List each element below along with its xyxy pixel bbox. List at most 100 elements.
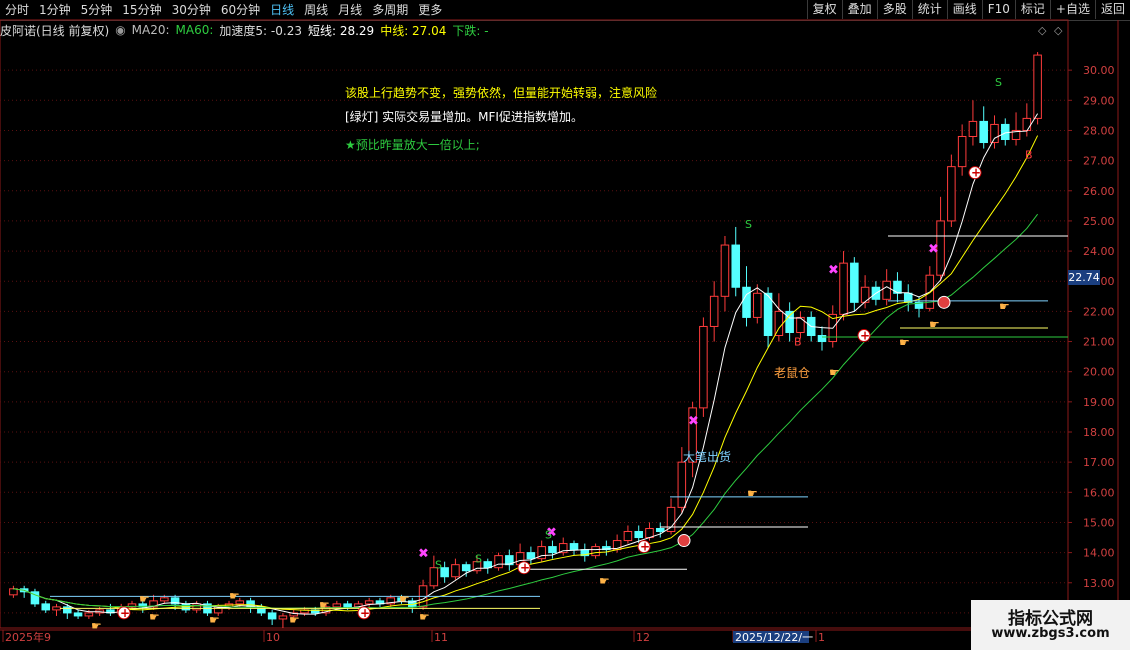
y-tick-label: 19.00 bbox=[1083, 396, 1115, 409]
candle-body bbox=[979, 120, 988, 144]
candle-body bbox=[655, 527, 665, 533]
y-tick-label: 27.00 bbox=[1083, 155, 1115, 168]
cross-flower-icon: ✖ bbox=[928, 242, 939, 257]
current-price-tag: 22.74 bbox=[1068, 270, 1100, 285]
y-tick-label: 29.00 bbox=[1083, 94, 1115, 107]
x-tick-label: 11 bbox=[434, 631, 448, 644]
b-signal-icon: B bbox=[794, 336, 802, 349]
candle-body bbox=[753, 292, 762, 318]
hand-point-icon: ☛ bbox=[829, 366, 840, 380]
hand-point-icon: ☛ bbox=[399, 592, 410, 606]
y-tick-label: 25.00 bbox=[1083, 215, 1115, 228]
candle-body bbox=[548, 546, 557, 554]
candle-body bbox=[343, 603, 352, 608]
hand-point-icon: ☛ bbox=[319, 598, 330, 612]
candle-body bbox=[990, 123, 999, 144]
cross-flower-icon: ✖ bbox=[418, 547, 429, 562]
buy-signal-plus: + bbox=[971, 166, 981, 180]
y-tick-label: 14.00 bbox=[1083, 547, 1115, 560]
candle-body bbox=[677, 461, 687, 508]
candle-body bbox=[278, 615, 288, 620]
s-signal-icon: S bbox=[435, 559, 442, 572]
hand-point-icon: ☛ bbox=[929, 317, 940, 331]
candle-body bbox=[774, 310, 784, 337]
candle-body bbox=[41, 603, 51, 611]
candle-body bbox=[52, 606, 61, 611]
y-tick-label: 17.00 bbox=[1083, 456, 1115, 469]
candle-body bbox=[634, 531, 643, 539]
candle-body bbox=[882, 280, 891, 300]
s-signal-icon: S bbox=[995, 76, 1002, 89]
buy-signal-plus: + bbox=[520, 561, 530, 575]
diamond-icon: ◇ bbox=[1038, 24, 1047, 37]
candle-body bbox=[440, 567, 449, 578]
y-tick-label: 20.00 bbox=[1083, 366, 1115, 379]
candle-body bbox=[709, 295, 719, 327]
advice-message: 该股上行趋势不变，强势依然，但量能开始转弱，注意风险 bbox=[345, 86, 658, 100]
buy-signal-plus: + bbox=[640, 540, 650, 554]
candle-body bbox=[968, 120, 978, 137]
candle-body bbox=[623, 531, 633, 542]
y-tick-label: 15.00 bbox=[1083, 516, 1115, 529]
x-tick-label: 1 bbox=[818, 631, 825, 644]
buy-signal-plus: + bbox=[120, 606, 130, 620]
candle-body bbox=[1033, 54, 1042, 119]
candle-body bbox=[494, 555, 503, 569]
candle-body bbox=[9, 588, 18, 596]
short-ma-line bbox=[13, 113, 1039, 615]
y-tick-label: 28.00 bbox=[1083, 124, 1115, 137]
candle-body bbox=[364, 600, 374, 605]
candle-body bbox=[699, 325, 708, 409]
candle-body bbox=[817, 335, 827, 343]
x-tick-label: 12 bbox=[636, 631, 650, 644]
mid-ma-line bbox=[13, 135, 1039, 612]
candle-body bbox=[947, 166, 956, 222]
candle-body bbox=[160, 597, 169, 602]
hand-point-icon: ☛ bbox=[289, 613, 300, 627]
candle-body bbox=[666, 506, 676, 533]
hand-point-icon: ☛ bbox=[139, 592, 150, 606]
y-tick-label: 26.00 bbox=[1083, 185, 1115, 198]
mouse-warehouse-label: 老鼠仓 bbox=[774, 366, 811, 380]
hand-point-icon: ☛ bbox=[149, 610, 160, 624]
candle-body bbox=[850, 262, 859, 303]
candle-body bbox=[451, 564, 460, 578]
hand-point-icon: ☛ bbox=[419, 610, 430, 624]
candle-body bbox=[957, 135, 967, 168]
s-signal-icon: S bbox=[545, 529, 552, 542]
candle-body bbox=[591, 546, 600, 557]
candle-body bbox=[1000, 123, 1010, 141]
ma20-line bbox=[13, 213, 1039, 609]
y-tick-label: 24.00 bbox=[1083, 245, 1115, 258]
buy-signal-plus: + bbox=[860, 329, 870, 343]
candle-body bbox=[839, 262, 848, 315]
candle-body bbox=[785, 310, 794, 333]
candle-body bbox=[267, 612, 277, 620]
watermark-url: www.zbgs3.com bbox=[991, 626, 1110, 641]
x-tick-label: 10 bbox=[266, 631, 280, 644]
candle-body bbox=[526, 552, 536, 560]
big-sell-label: 大笔出货 bbox=[683, 450, 732, 464]
hand-point-icon: ☛ bbox=[747, 486, 758, 500]
candle-body bbox=[73, 612, 83, 617]
hand-point-icon: ☛ bbox=[899, 336, 910, 350]
diamond-icon: ◇ bbox=[1054, 24, 1063, 37]
hand-point-icon: ☛ bbox=[209, 613, 220, 627]
y-tick-label: 13.00 bbox=[1083, 577, 1115, 590]
buy-signal-plus: + bbox=[360, 606, 370, 620]
candle-body bbox=[332, 603, 342, 608]
hand-point-icon: ☛ bbox=[999, 299, 1010, 313]
s-signal-icon: S bbox=[745, 218, 752, 231]
y-tick-label: 18.00 bbox=[1083, 426, 1115, 439]
candle-body bbox=[731, 244, 741, 288]
s-signal-icon: S bbox=[475, 553, 482, 566]
hand-point-icon: ☛ bbox=[229, 589, 240, 603]
volume-message: [绿灯] 实际交易量增加。MFI促进指数增加。 bbox=[345, 110, 583, 124]
x-tick-label: 2025年9 bbox=[5, 630, 51, 644]
b-signal-icon: B bbox=[1025, 149, 1033, 162]
hand-point-icon: ☛ bbox=[599, 574, 610, 588]
y-tick-label: 21.00 bbox=[1083, 336, 1115, 349]
y-tick-label: 22.00 bbox=[1083, 305, 1115, 318]
sell-signal-icon bbox=[937, 295, 951, 309]
candle-body bbox=[1022, 117, 1032, 131]
